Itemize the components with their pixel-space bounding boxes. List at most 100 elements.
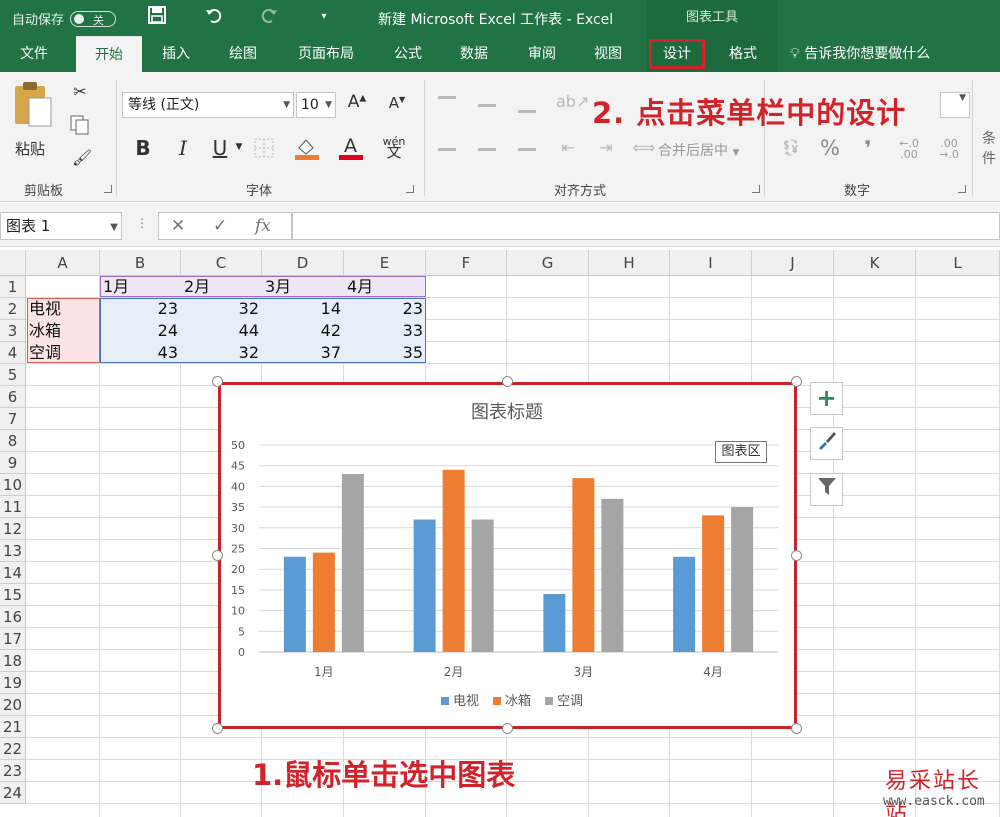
column-header[interactable]: H bbox=[589, 250, 670, 276]
cell[interactable]: 1月 bbox=[100, 276, 181, 298]
row-header[interactable]: 9 bbox=[0, 452, 26, 474]
tab-format[interactable]: 格式 bbox=[708, 36, 778, 72]
currency-icon[interactable]: 💱︎ bbox=[776, 138, 806, 157]
cell[interactable]: 23 bbox=[344, 298, 426, 320]
clipboard-launcher-icon[interactable] bbox=[104, 185, 112, 193]
paste-button[interactable]: 粘贴 bbox=[10, 138, 50, 159]
align-bottom-icon[interactable] bbox=[518, 110, 536, 113]
cell[interactable]: 24 bbox=[100, 320, 181, 342]
row-header[interactable]: 19 bbox=[0, 672, 26, 694]
shrink-font-icon[interactable]: A▼ bbox=[386, 94, 408, 112]
cell[interactable]: 32 bbox=[181, 342, 262, 364]
tab-data[interactable]: 数据 bbox=[448, 36, 500, 72]
name-box[interactable]: 图表 1 ▼ bbox=[0, 212, 122, 240]
cell[interactable]: 2月 bbox=[181, 276, 262, 298]
resize-handle[interactable] bbox=[791, 723, 802, 734]
resize-handle[interactable] bbox=[212, 723, 223, 734]
autosave[interactable]: 自动保存 关 bbox=[12, 9, 117, 28]
tell-me-search[interactable]: 💡︎ 告诉我你想要做什么 bbox=[790, 36, 930, 72]
font-name-select[interactable]: 等线 (正文) ▼ bbox=[122, 92, 294, 118]
phonetic-guide-icon[interactable]: wén 文 bbox=[380, 136, 408, 160]
cell[interactable]: 44 bbox=[181, 320, 262, 342]
tab-home[interactable]: 开始 bbox=[76, 36, 142, 72]
autosave-toggle[interactable]: 关 bbox=[70, 10, 117, 27]
column-header[interactable]: K bbox=[834, 250, 916, 276]
italic-button[interactable]: I bbox=[172, 136, 194, 160]
row-header[interactable]: 3 bbox=[0, 320, 26, 342]
cancel-icon[interactable]: ✕ bbox=[171, 216, 185, 236]
column-header[interactable]: E bbox=[344, 250, 426, 276]
row-header[interactable]: 10 bbox=[0, 474, 26, 496]
row-header[interactable]: 16 bbox=[0, 606, 26, 628]
tab-review[interactable]: 审阅 bbox=[516, 36, 568, 72]
row-header[interactable]: 4 bbox=[0, 342, 26, 364]
increase-indent-icon[interactable]: ⇥ bbox=[594, 138, 618, 157]
chart-styles-button[interactable] bbox=[810, 427, 843, 460]
row-header[interactable]: 8 bbox=[0, 430, 26, 452]
insert-function-button[interactable]: fx bbox=[255, 216, 271, 236]
row-header[interactable]: 21 bbox=[0, 716, 26, 738]
formula-input[interactable] bbox=[292, 212, 1000, 240]
cell[interactable]: 4月 bbox=[344, 276, 426, 298]
row-header[interactable]: 14 bbox=[0, 562, 26, 584]
row-header[interactable]: 1 bbox=[0, 276, 26, 298]
copy-icon[interactable] bbox=[66, 114, 94, 140]
cell[interactable]: 空调 bbox=[26, 342, 100, 364]
comma-button[interactable]: ❜ bbox=[860, 136, 876, 160]
column-header[interactable]: D bbox=[262, 250, 344, 276]
row-header[interactable]: 7 bbox=[0, 408, 26, 430]
column-header[interactable]: L bbox=[916, 250, 1000, 276]
resize-handle[interactable] bbox=[501, 376, 513, 387]
chart-svg[interactable]: 图表标题 0 5 10 15 20 25 30 35 40 45 50 1月 2月 3月 4月电视 冰箱 空调 bbox=[221, 385, 794, 726]
cell[interactable]: 14 bbox=[262, 298, 344, 320]
row-header[interactable]: 17 bbox=[0, 628, 26, 650]
align-left-icon[interactable] bbox=[438, 148, 456, 151]
tab-file[interactable]: 文件 bbox=[8, 36, 60, 72]
row-header[interactable]: 5 bbox=[0, 364, 26, 386]
orientation-icon[interactable]: ab↗ bbox=[556, 92, 589, 111]
merge-icon[interactable]: ⟺ bbox=[632, 138, 656, 157]
cell[interactable]: 33 bbox=[344, 320, 426, 342]
row-header[interactable]: 6 bbox=[0, 386, 26, 408]
tab-view[interactable]: 视图 bbox=[582, 36, 634, 72]
chart-area[interactable]: 图表标题 0 5 10 15 20 25 30 35 40 45 50 1月 2月 3月 4月 电视 冰箱 空调 bbox=[218, 382, 797, 729]
increase-decimal-icon[interactable]: ←.0.00 bbox=[894, 138, 924, 160]
resize-handle[interactable] bbox=[212, 549, 223, 561]
row-header[interactable]: 22 bbox=[0, 738, 26, 760]
fill-color-icon[interactable] bbox=[292, 134, 322, 164]
column-header[interactable]: J bbox=[752, 250, 834, 276]
redo-icon[interactable] bbox=[258, 6, 280, 28]
grow-font-icon[interactable]: A▲ bbox=[346, 92, 368, 112]
cell[interactable]: 32 bbox=[181, 298, 262, 320]
align-center-icon[interactable] bbox=[478, 148, 496, 151]
percent-button[interactable]: % bbox=[818, 136, 842, 160]
row-header[interactable]: 2 bbox=[0, 298, 26, 320]
chevron-down-icon[interactable]: ▼ bbox=[234, 142, 244, 152]
cell[interactable]: 42 bbox=[262, 320, 344, 342]
column-header[interactable]: B bbox=[100, 250, 181, 276]
save-icon[interactable] bbox=[146, 6, 168, 28]
resize-handle[interactable] bbox=[791, 549, 802, 561]
bold-button[interactable]: B bbox=[132, 136, 154, 160]
font-launcher-icon[interactable] bbox=[406, 185, 414, 193]
row-header[interactable]: 23 bbox=[0, 760, 26, 782]
number-launcher-icon[interactable] bbox=[958, 185, 966, 193]
number-format-select[interactable]: ▼ bbox=[940, 92, 970, 118]
font-size-select[interactable]: 10 ▼ bbox=[296, 92, 336, 118]
cell[interactable]: 35 bbox=[344, 342, 426, 364]
decrease-decimal-icon[interactable]: .00 →.0 bbox=[934, 138, 964, 160]
select-all-corner[interactable] bbox=[0, 250, 26, 276]
row-header[interactable]: 11 bbox=[0, 496, 26, 518]
row-header[interactable]: 13 bbox=[0, 540, 26, 562]
row-header[interactable]: 15 bbox=[0, 584, 26, 606]
cut-icon[interactable]: ✂ bbox=[68, 82, 92, 101]
column-header[interactable]: I bbox=[670, 250, 752, 276]
underline-button[interactable]: U bbox=[208, 136, 232, 160]
resize-handle[interactable] bbox=[791, 376, 802, 387]
tab-formulas[interactable]: 公式 bbox=[382, 36, 434, 72]
row-header[interactable]: 12 bbox=[0, 518, 26, 540]
borders-icon[interactable] bbox=[252, 138, 276, 162]
font-color-icon[interactable]: A bbox=[336, 134, 366, 164]
chart-elements-button[interactable]: + bbox=[810, 382, 843, 415]
undo-icon[interactable] bbox=[203, 6, 225, 28]
